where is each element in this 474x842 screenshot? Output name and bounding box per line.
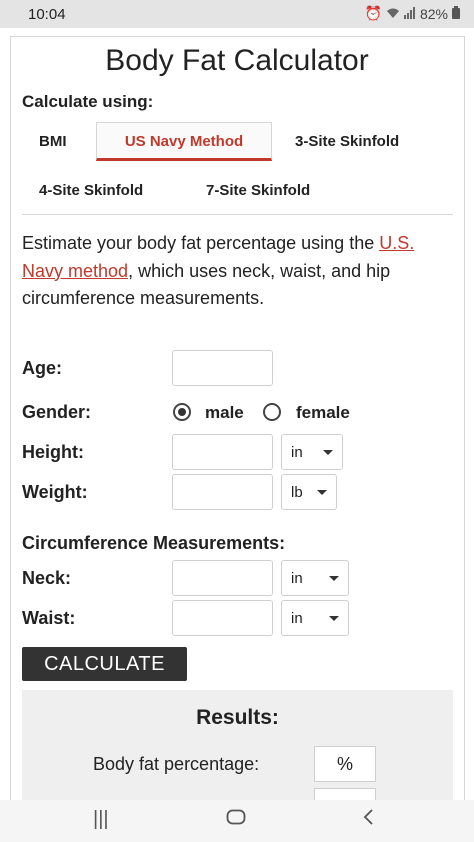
status-icons: ⏰ 82% <box>365 5 460 22</box>
status-bar: 10:04 ⏰ 82% <box>0 0 474 28</box>
recent-apps-button[interactable]: ||| <box>93 808 109 831</box>
waist-label: Waist: <box>22 608 76 628</box>
weight-label: Weight: <box>22 482 88 502</box>
gender-female-label: female <box>296 403 350 422</box>
tab-label: US Navy Method <box>124 133 244 150</box>
body-fat-output: % <box>314 746 376 782</box>
tab-label: 3-Site Skinfold <box>295 133 400 150</box>
tab-label: 4-Site Skinfold <box>39 182 144 199</box>
back-icon <box>363 809 373 825</box>
description-text: Estimate your body fat percentage using … <box>22 230 442 313</box>
results-title: Results: <box>196 706 279 729</box>
battery-percent: 82% <box>419 5 448 22</box>
height-unit-value: in <box>291 444 303 461</box>
tab-label: 7-Site Skinfold <box>206 182 311 199</box>
calculate-button[interactable]: CALCULATE <box>22 647 187 681</box>
results-panel: Results: Body fat percentage: % <box>22 690 453 808</box>
waist-unit-select[interactable]: in <box>281 600 349 636</box>
tab-us-navy-method[interactable]: US Navy Method <box>96 122 272 161</box>
calculate-using-label: Calculate using: <box>22 92 154 111</box>
tab-7-site-skinfold[interactable]: 7-Site Skinfold <box>206 182 310 199</box>
tabs-divider <box>22 214 453 215</box>
gender-female-radio[interactable] <box>263 403 281 421</box>
chevron-down-icon <box>317 490 327 495</box>
waist-input[interactable] <box>172 600 273 636</box>
tab-label: BMI <box>39 133 67 150</box>
home-button[interactable] <box>226 808 246 831</box>
chevron-down-icon <box>329 616 339 621</box>
neck-label: Neck: <box>22 568 72 588</box>
age-label: Age: <box>22 358 62 378</box>
circumference-heading: Circumference Measurements: <box>22 533 286 553</box>
waist-unit-value: in <box>291 610 303 627</box>
tab-3-site-skinfold[interactable]: 3-Site Skinfold <box>295 133 399 150</box>
weight-unit-select[interactable]: lb <box>281 474 337 510</box>
chevron-down-icon <box>329 576 339 581</box>
gender-male-radio[interactable] <box>173 403 191 421</box>
weight-input[interactable] <box>172 474 273 510</box>
back-button[interactable] <box>362 808 374 832</box>
tab-4-site-skinfold[interactable]: 4-Site Skinfold <box>39 182 143 199</box>
body-fat-label: Body fat percentage: <box>93 754 260 774</box>
battery-icon <box>452 5 460 22</box>
weight-unit-value: lb <box>291 484 303 501</box>
description-before: Estimate your body fat percentage using … <box>22 233 380 253</box>
tab-bmi[interactable]: BMI <box>39 133 67 150</box>
chevron-down-icon <box>323 450 333 455</box>
android-nav-bar: ||| <box>0 800 474 842</box>
height-input[interactable] <box>172 434 273 470</box>
gender-male-label: male <box>205 403 244 422</box>
gender-label: Gender: <box>22 402 92 422</box>
signal-icon <box>403 6 416 22</box>
neck-unit-value: in <box>291 570 303 587</box>
neck-input[interactable] <box>172 560 273 596</box>
neck-unit-select[interactable]: in <box>281 560 349 596</box>
age-input[interactable] <box>172 350 273 386</box>
height-unit-select[interactable]: in <box>281 434 343 470</box>
page-title: Body Fat Calculator <box>105 44 369 77</box>
alarm-icon: ⏰ <box>364 5 382 21</box>
height-label: Height: <box>22 442 84 462</box>
home-icon <box>226 809 246 825</box>
status-time: 10:04 <box>28 6 66 23</box>
wifi-icon <box>386 6 400 22</box>
